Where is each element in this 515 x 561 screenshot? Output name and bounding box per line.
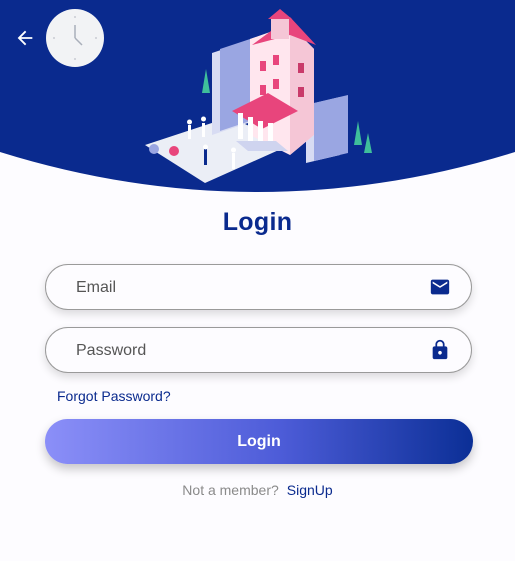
signup-prompt: Not a member? SignUp: [0, 482, 515, 498]
password-input[interactable]: [74, 328, 418, 374]
forgot-password-link[interactable]: Forgot Password?: [57, 388, 171, 404]
back-button[interactable]: [12, 26, 38, 50]
clock-icon: [46, 9, 104, 67]
login-button[interactable]: Login: [45, 419, 473, 464]
signup-link[interactable]: SignUp: [287, 482, 333, 498]
arrow-left-icon: [17, 30, 33, 46]
university-illustration: [145, 9, 372, 183]
password-field[interactable]: [45, 327, 472, 374]
lock-icon: [432, 339, 448, 360]
page-title: Login: [222, 208, 293, 236]
not-member-text: Not a member?: [182, 482, 279, 498]
email-field[interactable]: [45, 264, 472, 311]
email-input[interactable]: [74, 265, 418, 311]
mail-icon: [430, 279, 450, 295]
